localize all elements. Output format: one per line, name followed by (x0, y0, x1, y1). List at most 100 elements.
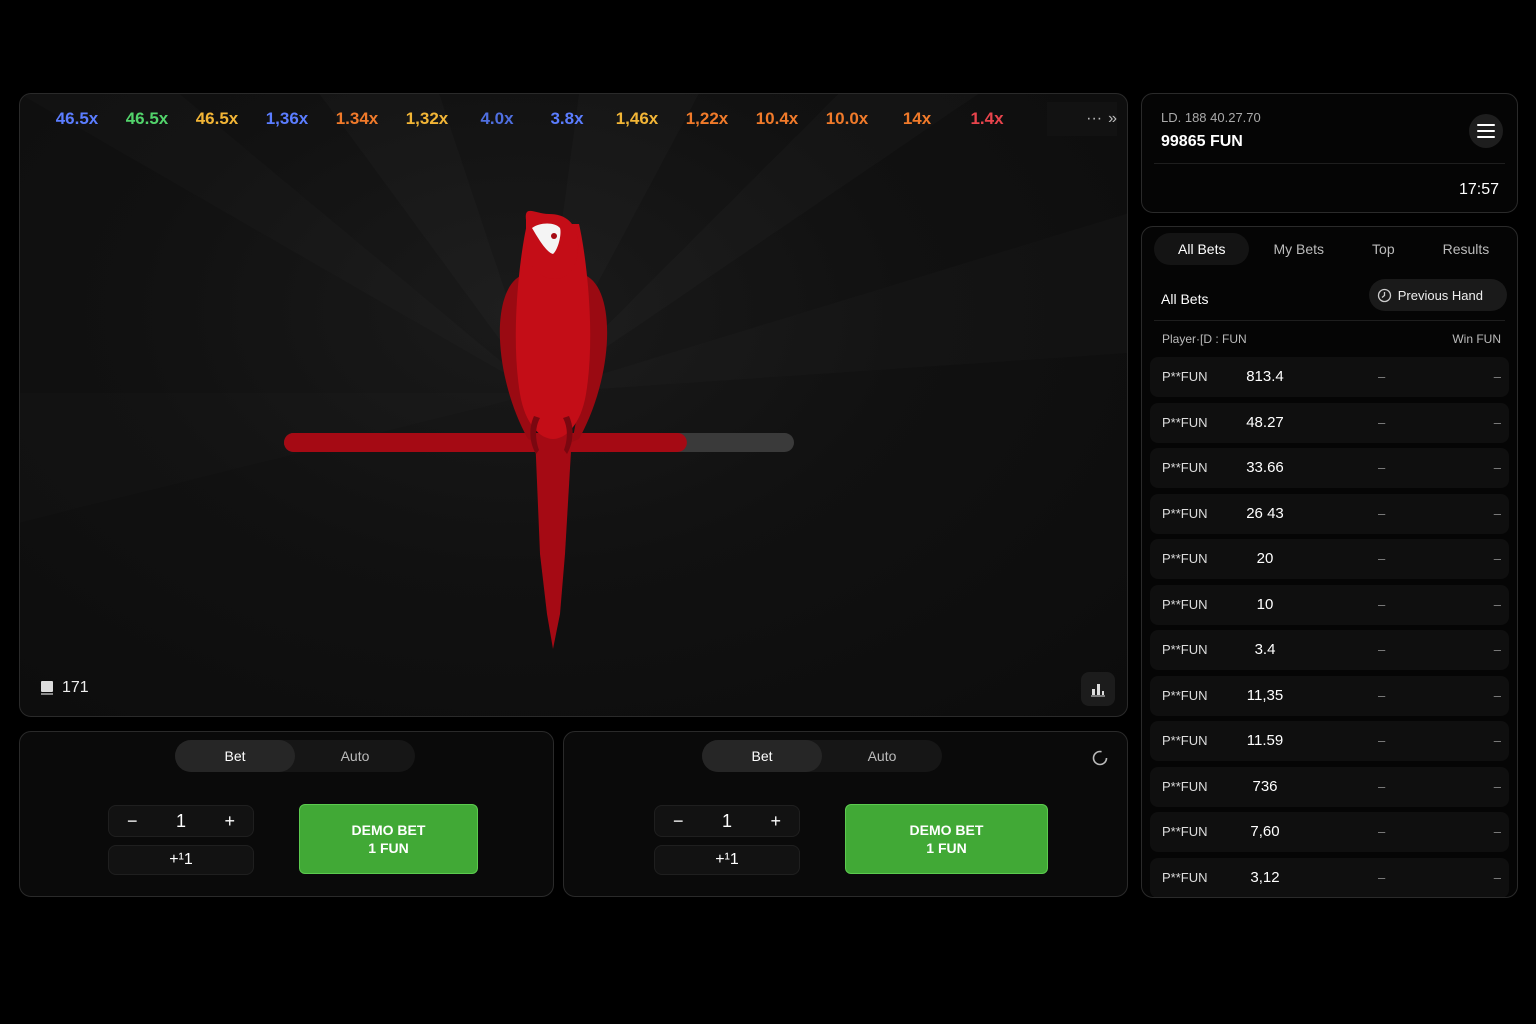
bet-player: P**FUN (1162, 687, 1208, 703)
bet-multiplier: – (1378, 824, 1386, 839)
stats-button[interactable] (1081, 672, 1115, 706)
tab-auto[interactable]: Auto (822, 740, 942, 772)
bet-amount: 48.27 (1246, 413, 1284, 431)
bet-player: P**FUN (1162, 824, 1208, 839)
bet-multiplier: – (1378, 869, 1386, 885)
demo-bet-button[interactable]: DEMO BET 1 FUN (299, 804, 478, 874)
bet-win: – (1493, 733, 1501, 748)
bet-player: P**FUN (1162, 414, 1208, 430)
column-player: Player·[D : FUN (1162, 332, 1247, 346)
progress-fill (284, 433, 687, 452)
demo-bet-amount: 1 FUN (368, 840, 409, 856)
bet-win: – (1493, 596, 1501, 612)
bet-amount-value[interactable]: 1 (176, 811, 186, 832)
bet-win: – (1493, 778, 1501, 794)
bet-multiplier: – (1378, 505, 1386, 521)
bet-player: P**FUN (1162, 369, 1208, 384)
bet-win: – (1493, 551, 1501, 566)
bet-win: – (1493, 642, 1501, 657)
tab-auto[interactable]: Auto (295, 740, 415, 772)
bet-row: P**FUN 26 43 – – (1150, 493, 1509, 534)
bet-amount: 736 (1252, 777, 1278, 795)
player-id: LD. 188 40.27.70 (1161, 110, 1261, 125)
bet-player: P**FUN (1162, 778, 1208, 794)
bet-player: P**FUN (1162, 642, 1208, 657)
tab-bet[interactable]: Bet (175, 740, 295, 772)
bet-row: P**FUN 11,35 – – (1150, 675, 1509, 716)
divider (1154, 320, 1505, 321)
bet-row: P**FUN 736 – – (1150, 766, 1509, 807)
bet-player: P**FUN (1162, 460, 1208, 475)
clock: 17:57 (1458, 181, 1499, 198)
bet-win: – (1493, 869, 1501, 885)
remove-panel-icon[interactable] (1091, 749, 1109, 767)
bet-amount-stepper: − 1 + (654, 805, 800, 837)
bet-multiplier: – (1378, 642, 1386, 657)
minus-button[interactable]: − (673, 811, 684, 832)
bet-player: P**FUN (1162, 733, 1208, 748)
balance: 99865 FUN (1161, 133, 1243, 150)
bet-win: – (1493, 460, 1501, 475)
bet-player: P**FUN (1162, 505, 1208, 521)
bet-win: – (1493, 824, 1501, 839)
tab-bet[interactable]: Bet (702, 740, 822, 772)
bet-row: P**FUN 7,60 – – (1150, 812, 1509, 852)
divider (1154, 163, 1505, 164)
demo-bet-label: DEMO BET (909, 822, 984, 838)
round-counter: 171 (34, 672, 99, 704)
round-counter-value: 171 (62, 679, 89, 696)
bet-multiplier: – (1378, 778, 1386, 794)
bet-mode-tabs: Bet Auto (175, 740, 415, 772)
bets-panel: All Bets My Bets Top Results All Bets Pr… (1141, 226, 1518, 898)
bet-amount: 33.66 (1246, 459, 1284, 476)
bet-row: P**FUN 20 – – (1150, 539, 1509, 579)
quick-add-button[interactable]: +¹1 (108, 845, 254, 875)
parrot (499, 210, 608, 649)
bet-player: P**FUN (1162, 869, 1208, 885)
bet-amount-value[interactable]: 1 (722, 811, 732, 832)
bet-amount: 3,12 (1250, 868, 1280, 886)
bet-multiplier: – (1378, 460, 1386, 475)
previous-hand-button[interactable]: Previous Hand (1368, 279, 1507, 311)
hamburger-icon (1477, 124, 1495, 138)
bet-multiplier: – (1378, 551, 1386, 566)
bar-chart-icon (1091, 684, 1105, 697)
bet-multiplier: – (1378, 687, 1386, 703)
bet-row: P**FUN 33.66 – – (1150, 448, 1509, 488)
bets-title: All Bets (1161, 291, 1209, 307)
bet-amount: 11.59 (1246, 732, 1284, 749)
bet-amount: 7,60 (1250, 823, 1280, 840)
column-win: Win FUN (1452, 332, 1501, 346)
minus-button[interactable]: − (127, 811, 138, 832)
demo-bet-label: DEMO BET (351, 822, 426, 838)
bet-amount-stepper: − 1 + (108, 805, 254, 837)
quick-add-button[interactable]: +¹1 (654, 845, 800, 875)
bet-amount: 10 (1256, 595, 1274, 613)
bet-amount: 20 (1256, 550, 1274, 567)
bet-multiplier: – (1378, 596, 1386, 612)
tab-results[interactable]: Results (1419, 233, 1514, 265)
plus-button[interactable]: + (770, 811, 781, 832)
bet-player: P**FUN (1162, 596, 1208, 612)
bet-win: – (1493, 369, 1501, 384)
bet-amount: 3.4 (1254, 641, 1276, 658)
bet-panel-2: Bet Auto − 1 + +¹1 DEMO BET 1 FUN (563, 731, 1128, 897)
bet-row: P**FUN 3.4 – – (1150, 630, 1509, 670)
tab-all-bets[interactable]: All Bets (1154, 233, 1250, 265)
bet-multiplier: – (1378, 733, 1386, 748)
tab-top[interactable]: Top (1348, 233, 1419, 265)
tab-my-bets[interactable]: My Bets (1249, 233, 1348, 265)
bet-panel-1: Bet Auto − 1 + +¹1 DEMO BET 1 FUN (19, 731, 554, 897)
document-icon (41, 681, 53, 695)
game-area: 46.5x 46.5x 46.5x 1,36x 1.34x 1,32x 4.0x 3.8x 1,… (19, 93, 1128, 717)
menu-button[interactable] (1469, 114, 1503, 148)
bet-row: P**FUN 10 – – (1150, 584, 1509, 625)
plus-button[interactable]: + (224, 811, 235, 832)
bet-multiplier: – (1378, 414, 1386, 430)
bet-player: P**FUN (1162, 551, 1208, 566)
bet-win: – (1493, 505, 1501, 521)
demo-bet-button[interactable]: DEMO BET 1 FUN (845, 804, 1048, 874)
bets-tabs: All Bets My Bets Top Results (1154, 233, 1513, 265)
bet-win: – (1493, 414, 1501, 430)
demo-bet-amount: 1 FUN (926, 840, 967, 856)
